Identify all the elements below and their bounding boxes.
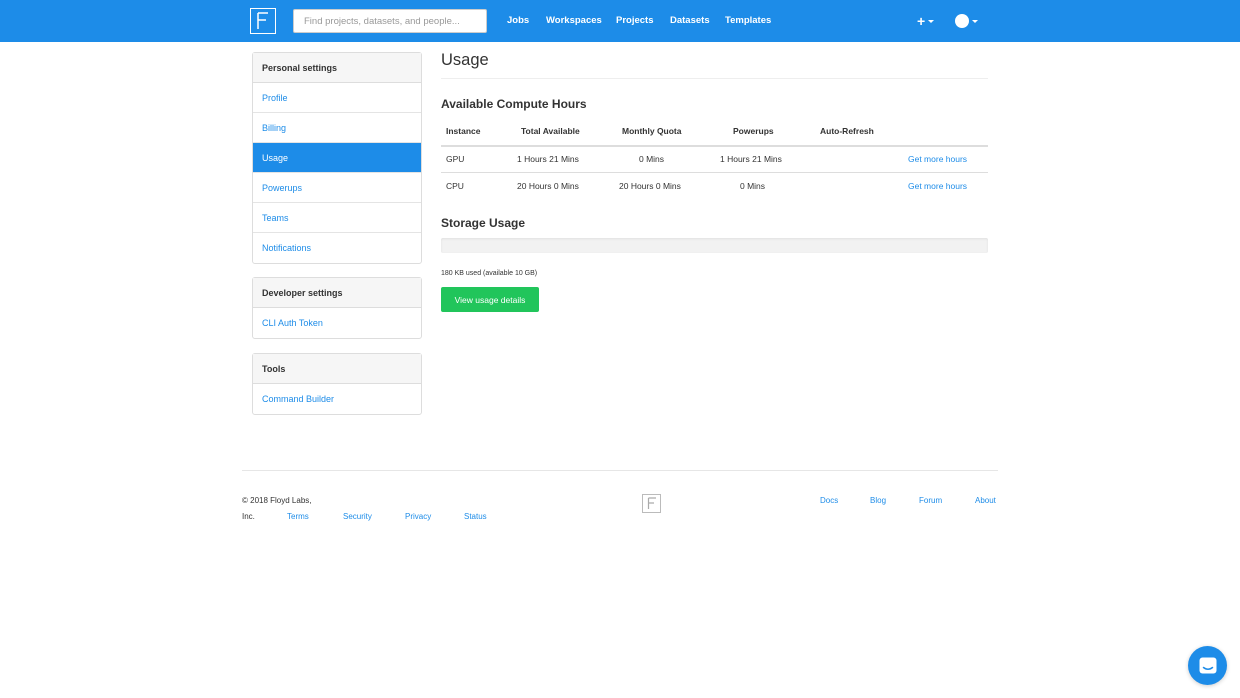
tools-panel: Tools Command Builder [252, 353, 422, 415]
storage-progress-bar [441, 238, 988, 253]
footer-logo[interactable] [642, 494, 661, 513]
title-divider [441, 78, 988, 79]
cell-total-available: 20 Hours 0 Mins [517, 181, 579, 191]
chevron-down-icon [972, 19, 978, 23]
sidebar-item-usage[interactable]: Usage [253, 143, 421, 173]
footer-link-docs[interactable]: Docs [820, 496, 838, 505]
personal-settings-heading: Personal settings [253, 53, 421, 83]
cell-powerups: 0 Mins [740, 181, 766, 191]
plus-icon: + [917, 13, 926, 29]
cell-monthly-quota: 0 Mins [639, 154, 665, 164]
sidebar-item-notifications[interactable]: Notifications [253, 233, 421, 263]
footer-copyright: © 2018 Floyd Labs, [242, 496, 312, 505]
header-powerups: Powerups [733, 126, 774, 136]
footer-link-status[interactable]: Status [464, 512, 487, 521]
storage-used-text: 180 KB used (available 10 GB) [441, 270, 538, 277]
row-divider [441, 172, 988, 173]
sidebar-item-cli-auth-token[interactable]: CLI Auth Token [253, 308, 421, 338]
header-auto-refresh: Auto-Refresh [820, 126, 874, 136]
sidebar-item-billing[interactable]: Billing [253, 113, 421, 143]
footer-link-security[interactable]: Security [343, 512, 372, 521]
table-header-divider [441, 145, 988, 147]
top-navbar: Jobs Workspaces Projects Datasets Templa… [0, 0, 1240, 42]
sidebar-item-powerups[interactable]: Powerups [253, 173, 421, 203]
footer-link-forum[interactable]: Forum [919, 496, 942, 505]
get-more-hours-link[interactable]: Get more hours [908, 154, 967, 164]
cell-instance: GPU [446, 154, 465, 164]
sidebar-item-command-builder[interactable]: Command Builder [253, 384, 421, 414]
nav-templates[interactable]: Templates [725, 15, 771, 26]
chevron-down-icon [928, 19, 935, 23]
cell-monthly-quota: 20 Hours 0 Mins [619, 181, 681, 191]
cell-total-available: 1 Hours 21 Mins [517, 154, 579, 164]
sidebar-item-profile[interactable]: Profile [253, 83, 421, 113]
chat-icon [1199, 657, 1216, 673]
nav-datasets[interactable]: Datasets [670, 15, 710, 26]
header-total-available: Total Available [521, 126, 580, 136]
cell-instance: CPU [446, 181, 464, 191]
create-menu-button[interactable]: + [917, 13, 935, 29]
avatar [955, 14, 969, 28]
floyd-logo[interactable] [250, 8, 276, 34]
tools-heading: Tools [253, 354, 421, 384]
cell-powerups: 1 Hours 21 Mins [720, 154, 782, 164]
footer-copyright-suffix: Inc. [242, 512, 255, 521]
nav-jobs[interactable]: Jobs [507, 15, 529, 26]
logo-f-icon [257, 12, 268, 29]
compute-hours-title: Available Compute Hours [441, 97, 587, 111]
nav-projects[interactable]: Projects [616, 15, 654, 26]
user-menu-button[interactable] [955, 14, 978, 28]
page-title: Usage [441, 51, 489, 69]
get-more-hours-link[interactable]: Get more hours [908, 181, 967, 191]
header-monthly-quota: Monthly Quota [622, 126, 682, 136]
footer-link-terms[interactable]: Terms [287, 512, 309, 521]
view-usage-details-button[interactable]: View usage details [441, 287, 539, 312]
footer-link-blog[interactable]: Blog [870, 496, 886, 505]
header-instance: Instance [446, 126, 481, 136]
logo-f-icon [647, 497, 656, 509]
nav-workspaces[interactable]: Workspaces [546, 15, 602, 26]
footer-divider [242, 470, 998, 471]
personal-settings-panel: Personal settings Profile Billing Usage … [252, 52, 422, 264]
sidebar-item-teams[interactable]: Teams [253, 203, 421, 233]
search-input[interactable] [293, 9, 487, 33]
footer-link-about[interactable]: About [975, 496, 996, 505]
chat-launcher-button[interactable] [1188, 646, 1227, 685]
developer-settings-heading: Developer settings [253, 278, 421, 308]
storage-usage-title: Storage Usage [441, 216, 526, 230]
footer-link-privacy[interactable]: Privacy [405, 512, 431, 521]
developer-settings-panel: Developer settings CLI Auth Token [252, 277, 422, 339]
